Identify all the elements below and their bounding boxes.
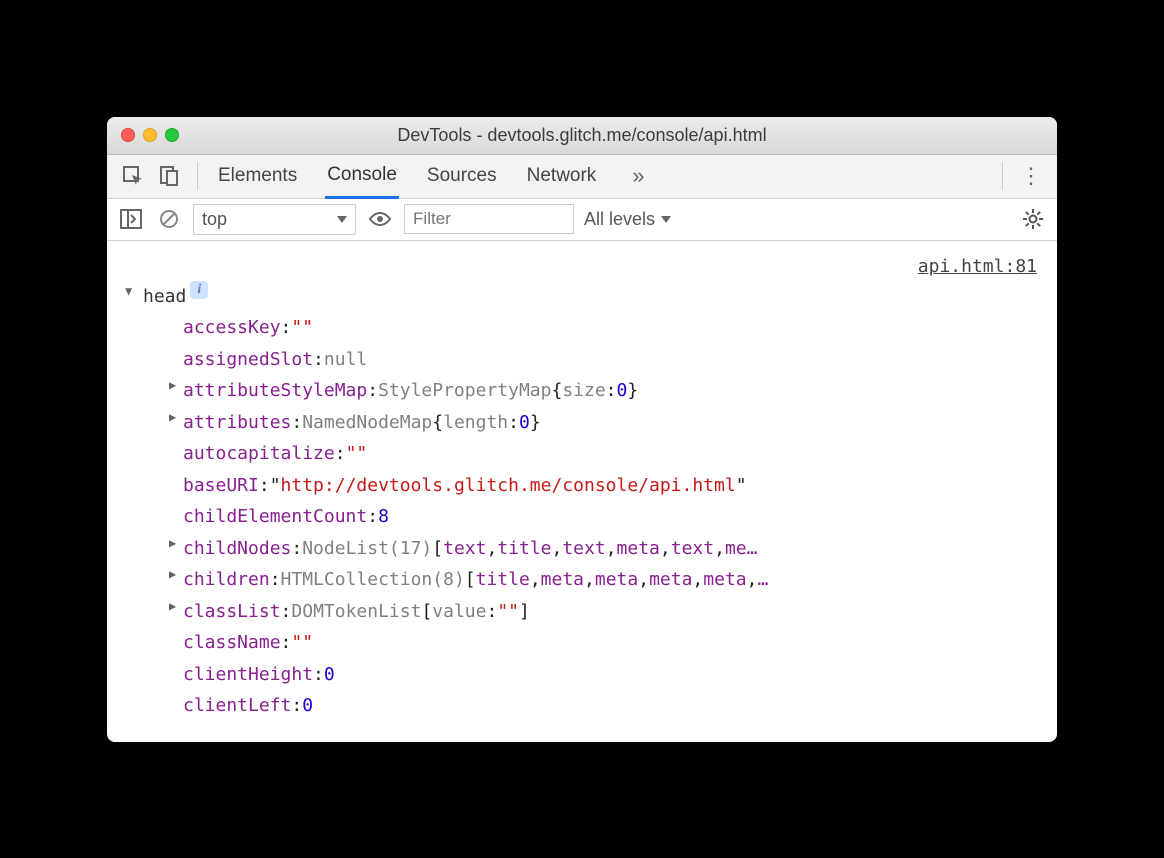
context-label: top (202, 209, 227, 230)
chevron-down-icon (337, 216, 347, 223)
prop-attributes[interactable]: attributes: NamedNodeMap {length: 0} (125, 407, 1039, 439)
prop-baseURI[interactable]: baseURI: "http://devtools.glitch.me/cons… (125, 470, 1039, 502)
devtools-window: DevTools - devtools.glitch.me/console/ap… (107, 117, 1057, 742)
main-toolbar: Elements Console Sources Network » ⋮ (107, 155, 1057, 199)
more-tabs-icon[interactable]: » (624, 162, 652, 190)
source-link[interactable]: api.html:81 (918, 251, 1037, 283)
prop-clientLeft[interactable]: clientLeft: 0 (125, 690, 1039, 722)
console-output: api.html:81 head i accessKey: "" assigne… (107, 241, 1057, 742)
prop-classList[interactable]: classList: DOMTokenList [value: ""] (125, 596, 1039, 628)
clear-console-icon[interactable] (155, 205, 183, 233)
tab-elements[interactable]: Elements (216, 155, 299, 197)
prop-accessKey[interactable]: accessKey: "" (125, 312, 1039, 344)
disclosure-triangle-icon[interactable] (169, 596, 183, 628)
disclosure-triangle-icon[interactable] (125, 281, 139, 313)
object-tree: head i accessKey: "" assignedSlot: null … (125, 281, 1039, 722)
prop-clientHeight[interactable]: clientHeight: 0 (125, 659, 1039, 691)
filter-input[interactable] (404, 204, 574, 234)
disclosure-triangle-icon[interactable] (169, 407, 183, 439)
disclosure-triangle-icon[interactable] (169, 533, 183, 565)
tab-sources[interactable]: Sources (425, 155, 499, 197)
log-levels-select[interactable]: All levels (584, 209, 671, 230)
kebab-menu-icon[interactable]: ⋮ (1017, 162, 1045, 190)
titlebar: DevTools - devtools.glitch.me/console/ap… (107, 117, 1057, 155)
prop-assignedSlot[interactable]: assignedSlot: null (125, 344, 1039, 376)
levels-label: All levels (584, 209, 655, 230)
inspect-element-icon[interactable] (119, 162, 147, 190)
root-label: head (143, 281, 186, 313)
separator (197, 162, 198, 190)
tab-network[interactable]: Network (525, 155, 599, 197)
chevron-down-icon (661, 216, 671, 223)
prop-childElementCount[interactable]: childElementCount: 8 (125, 501, 1039, 533)
console-sidebar-toggle-icon[interactable] (117, 205, 145, 233)
tree-root[interactable]: head i (125, 281, 1039, 313)
prop-className[interactable]: className: "" (125, 627, 1039, 659)
panel-tabs: Elements Console Sources Network » (216, 154, 652, 199)
separator (1002, 162, 1003, 190)
prop-attributeStyleMap[interactable]: attributeStyleMap: StylePropertyMap {siz… (125, 375, 1039, 407)
tab-console[interactable]: Console (325, 154, 399, 199)
info-icon[interactable]: i (190, 281, 208, 299)
disclosure-triangle-icon[interactable] (169, 564, 183, 596)
window-title: DevTools - devtools.glitch.me/console/ap… (107, 125, 1057, 146)
prop-autocapitalize[interactable]: autocapitalize: "" (125, 438, 1039, 470)
disclosure-triangle-icon[interactable] (169, 375, 183, 407)
prop-children[interactable]: children: HTMLCollection(8) [title, meta… (125, 564, 1039, 596)
prop-childNodes[interactable]: childNodes: NodeList(17) [text, title, t… (125, 533, 1039, 565)
device-toolbar-icon[interactable] (155, 162, 183, 190)
execution-context-select[interactable]: top (193, 204, 356, 235)
console-settings-icon[interactable] (1019, 205, 1047, 233)
console-filter-bar: top All levels (107, 199, 1057, 241)
live-expression-icon[interactable] (366, 205, 394, 233)
